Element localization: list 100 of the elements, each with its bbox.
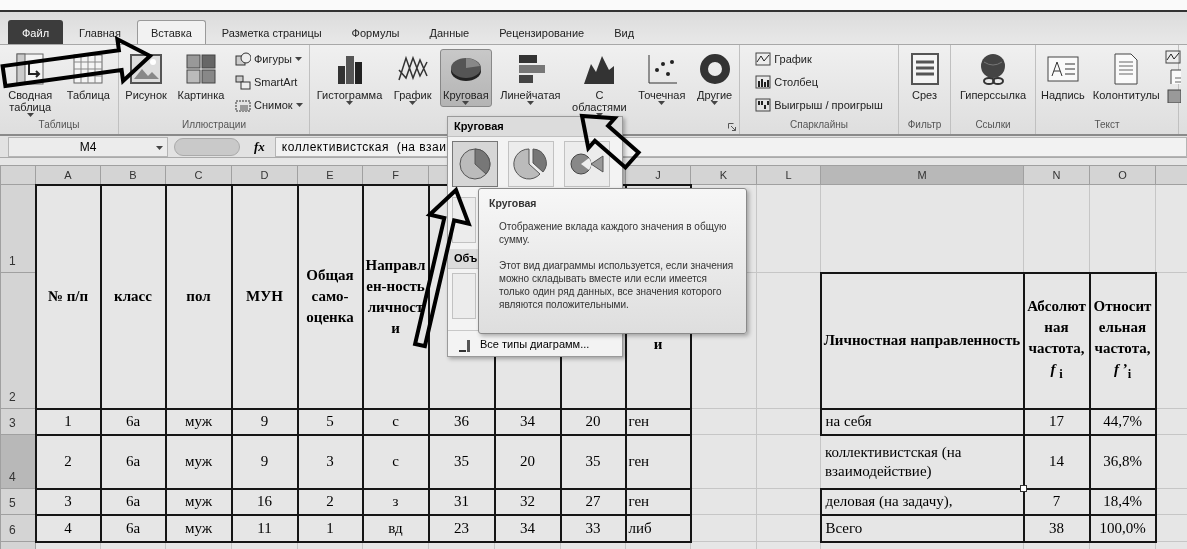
column-header[interactable]: N: [1023, 165, 1090, 185]
table-cell: на себя: [820, 408, 1024, 435]
ribbon-tab[interactable]: Главная: [65, 20, 135, 44]
ribbon-button[interactable]: Гиперссылка: [956, 49, 1030, 103]
table-cell: ген: [625, 488, 691, 515]
ribbon-button[interactable]: Сводная таблица: [5, 49, 56, 119]
table-cell: ген: [625, 408, 691, 435]
column-header[interactable]: E: [297, 165, 363, 185]
ribbon-button[interactable]: Гистограмма: [313, 49, 386, 107]
header-cell: Личностная направленность: [820, 272, 1024, 409]
table-cell: 20: [494, 434, 561, 489]
table-cell: 6а: [100, 434, 166, 489]
table-cell: 27: [560, 488, 626, 515]
column-header[interactable]: L: [756, 165, 821, 185]
ribbon-button[interactable]: Картинка: [174, 49, 228, 103]
ribbon-button[interactable]: Круговая: [440, 49, 492, 107]
row-header[interactable]: 1: [0, 184, 36, 273]
table-cell: 18,4%: [1089, 488, 1156, 515]
ribbon-button[interactable]: Снимок: [232, 95, 306, 115]
header-cell: пол: [165, 184, 232, 409]
table-cell: 6а: [100, 514, 166, 542]
column-header[interactable]: O: [1089, 165, 1156, 185]
column-header[interactable]: A: [35, 165, 101, 185]
ribbon-button[interactable]: Таблица: [63, 49, 113, 103]
ribbon-button[interactable]: Другие: [693, 49, 736, 107]
row-header[interactable]: 3: [0, 408, 36, 435]
table-cell: 17: [1023, 408, 1090, 435]
table-cell: 3: [35, 488, 101, 515]
ribbon-tab[interactable]: Вставка: [136, 20, 206, 44]
table-cell: с: [362, 408, 429, 435]
table-cell: з: [362, 488, 429, 515]
table-cell: 2: [297, 488, 363, 515]
ribbon-tab[interactable]: Разметка страницы: [207, 20, 336, 44]
table-cell: 44,7%: [1089, 408, 1156, 435]
column-header[interactable]: C: [165, 165, 232, 185]
group-label: Ссылки: [975, 119, 1011, 132]
ribbon-button[interactable]: График: [390, 49, 435, 107]
column-header[interactable]: K: [690, 165, 757, 185]
group-label: Таблицы: [38, 119, 80, 132]
header-cell: Относительная частота, f ’$_{i}$: [1089, 272, 1156, 409]
name-box[interactable]: M4: [8, 136, 168, 157]
row-header[interactable]: 5: [0, 488, 36, 515]
ribbon-button[interactable]: Фигуры: [232, 49, 306, 69]
table-cell: 1: [35, 408, 101, 435]
table-cell: 35: [560, 434, 626, 489]
menu-section-title: Круговая: [448, 117, 622, 137]
table-cell: 36,8%: [1089, 434, 1156, 489]
row-header[interactable]: 4: [0, 434, 36, 489]
ribbon-button[interactable]: Рисунок: [122, 49, 170, 103]
column-header[interactable]: F: [362, 165, 429, 185]
table-cell: 100,0%: [1089, 514, 1156, 542]
table-cell: 23: [428, 514, 495, 542]
ribbon-tab[interactable]: Вид: [600, 20, 649, 44]
insert-function-button[interactable]: fx: [254, 138, 265, 155]
ribbon-tab[interactable]: Данные: [415, 20, 484, 44]
ribbon-button[interactable]: С областями: [569, 49, 630, 119]
table-cell: 3: [297, 434, 363, 489]
table-cell: 31: [428, 488, 495, 515]
column-header[interactable]: M: [820, 165, 1024, 185]
ribbon-tab[interactable]: Формулы: [337, 20, 414, 44]
table-cell: муж: [165, 488, 232, 515]
table-cell: 5: [297, 408, 363, 435]
table-cell: либ: [625, 514, 691, 542]
ribbon-button[interactable]: SmartArt: [232, 72, 306, 92]
column-header[interactable]: B: [100, 165, 166, 185]
ribbon-button[interactable]: Срез: [904, 49, 945, 103]
table-cell: 32: [494, 488, 561, 515]
ribbon-button[interactable]: Столбец: [752, 72, 886, 92]
group-label: Иллюстрации: [182, 119, 246, 132]
table-cell: 16: [231, 488, 298, 515]
table-cell: 33: [560, 514, 626, 542]
table-cell: 11: [231, 514, 298, 542]
table-cell: 9: [231, 408, 298, 435]
table-cell: 6а: [100, 488, 166, 515]
row-header[interactable]: 2: [0, 272, 36, 409]
tooltip-title: Круговая: [489, 197, 538, 210]
header-cell: Абсолютная частота, f $_{i}$: [1023, 272, 1090, 409]
ribbon-button[interactable]: График: [752, 49, 886, 69]
column-header[interactable]: J: [625, 165, 691, 185]
ribbon-tab[interactable]: Рецензирование: [485, 20, 599, 44]
ribbon-button[interactable]: Выигрыш / проигрыш: [752, 95, 886, 115]
row-header[interactable]: 6: [0, 514, 36, 542]
table-cell: 38: [1023, 514, 1090, 542]
table-cell: 34: [494, 408, 561, 435]
ribbon-button[interactable]: Точечная: [635, 49, 689, 107]
table-cell: 34: [494, 514, 561, 542]
file-tab[interactable]: Файл: [8, 20, 64, 44]
header-cell: № п/п: [35, 184, 101, 409]
ribbon-button[interactable]: Линейчатая: [497, 49, 564, 107]
column-header[interactable]: D: [231, 165, 298, 185]
ribbon-button[interactable]: Надпись: [1038, 49, 1088, 103]
table-cell: деловая (на задачу),: [820, 488, 1024, 515]
table-cell: 7: [1023, 488, 1090, 515]
ribbon-button[interactable]: Колонтитулы: [1089, 49, 1163, 103]
table-cell: муж: [165, 514, 232, 542]
group-label: Текст: [1094, 119, 1120, 132]
table-cell: 36: [428, 408, 495, 435]
table-cell: вд: [362, 514, 429, 542]
table-cell: 6а: [100, 408, 166, 435]
table-cell: 14: [1023, 434, 1090, 489]
